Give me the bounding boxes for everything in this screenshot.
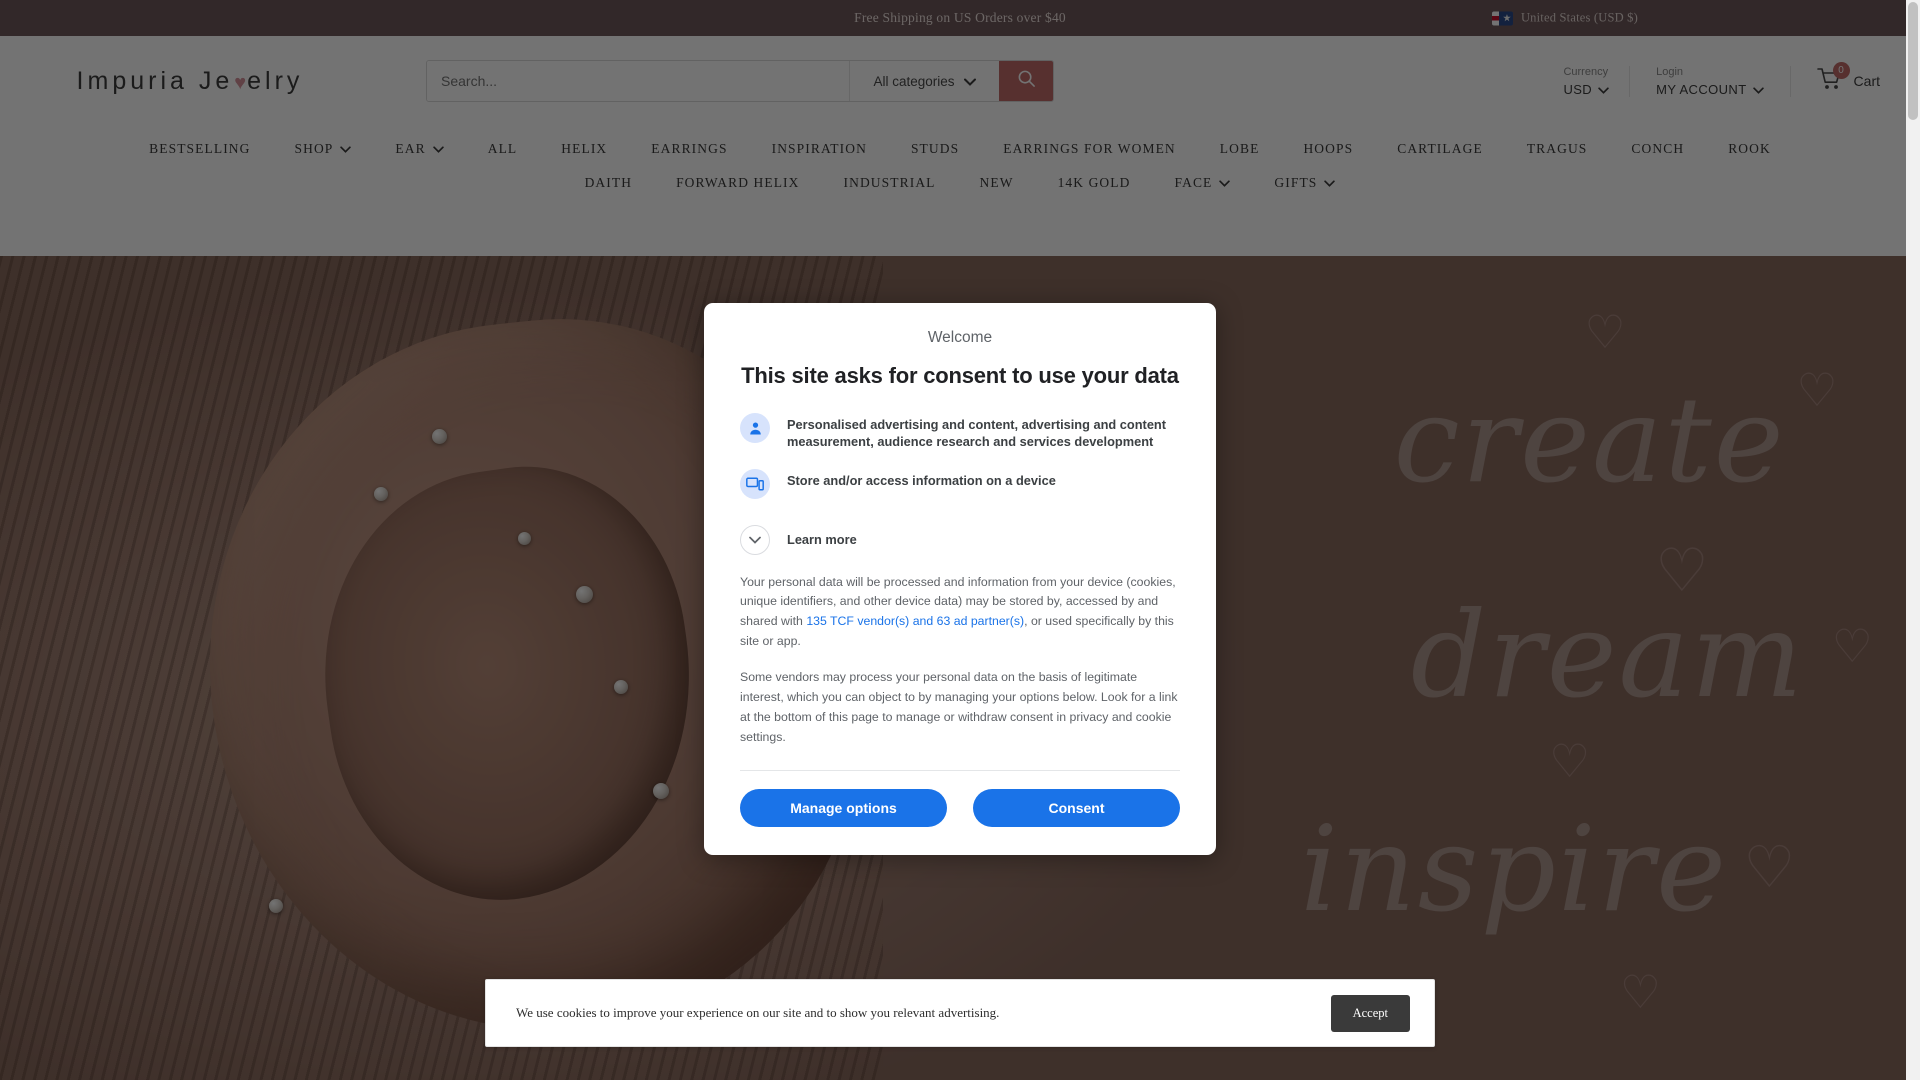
consent-purpose-text: Store and/or access information on a dev… xyxy=(787,472,1056,488)
consent-body-paragraph-1: Your personal data will be processed and… xyxy=(740,573,1180,653)
learn-more-toggle[interactable]: Learn more xyxy=(740,524,1180,555)
divider xyxy=(740,769,1180,771)
consent-purpose-text: Personalised advertising and content, ad… xyxy=(787,417,1167,450)
cookie-notice-text: We use cookies to improve your experienc… xyxy=(516,1005,1000,1020)
consent-welcome: Welcome xyxy=(927,329,993,346)
cookie-notice-bar: We use cookies to improve your experienc… xyxy=(485,979,1435,1047)
vendors-link[interactable]: 135 TCF vendor(s) and 63 ad partner(s) xyxy=(806,614,1024,628)
consent-button[interactable]: Consent xyxy=(973,788,1180,827)
devices-icon xyxy=(740,468,770,499)
person-icon xyxy=(740,413,770,443)
consent-body-paragraph-2: Some vendors may process your personal d… xyxy=(740,670,1178,744)
page-scrollbar[interactable] xyxy=(1906,0,1920,1080)
consent-dialog: Welcome This site asks for consent to us… xyxy=(704,303,1216,855)
cookie-accept-button[interactable]: Accept xyxy=(1330,994,1410,1032)
consent-purpose-advertising: Personalised advertising and content, ad… xyxy=(740,413,1180,451)
consent-purpose-device: Store and/or access information on a dev… xyxy=(740,468,1180,499)
chevron-down-icon xyxy=(740,524,770,555)
consent-title: This site asks for consent to use your d… xyxy=(741,363,1179,388)
learn-more-label: Learn more xyxy=(787,532,857,548)
consent-actions: Manage options Consent xyxy=(740,788,1180,827)
scrollbar-thumb[interactable] xyxy=(1908,2,1918,120)
manage-options-button[interactable]: Manage options xyxy=(740,788,947,827)
